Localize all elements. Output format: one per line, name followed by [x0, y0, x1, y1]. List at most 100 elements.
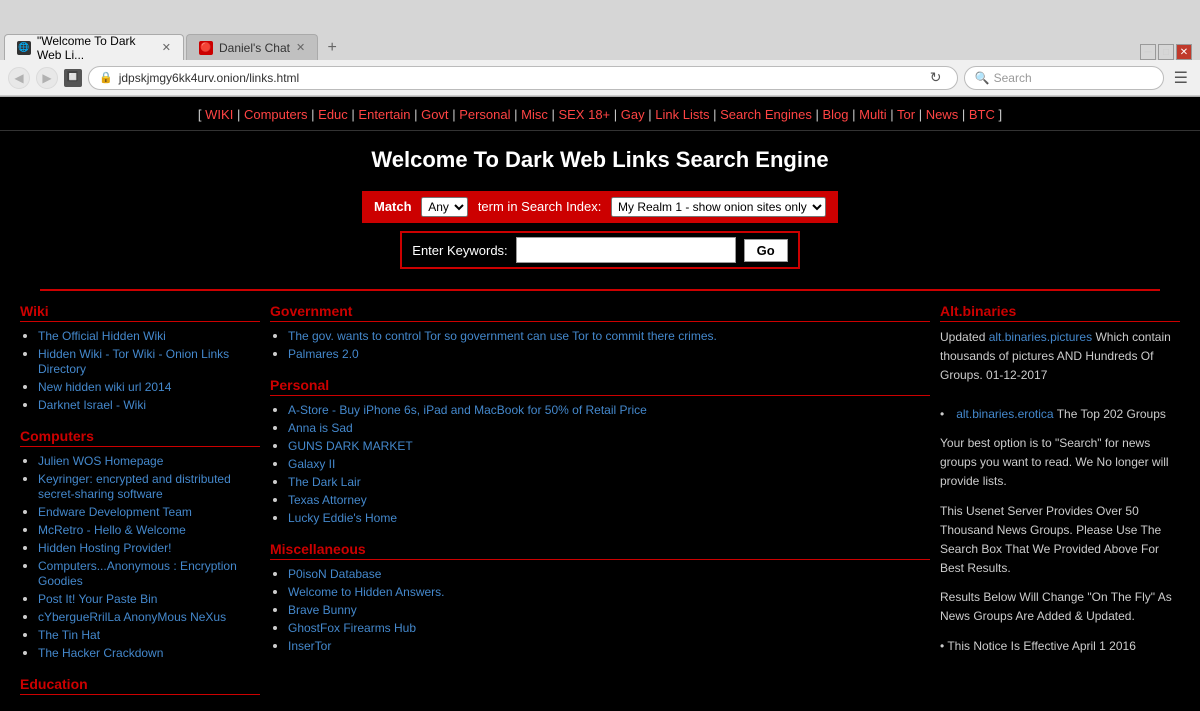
- list-item: Palmares 2.0: [288, 346, 930, 361]
- computers-section: Computers Julien WOS Homepage Keyringer:…: [20, 428, 260, 660]
- right-column: Alt.binaries Updated alt.binaries.pictur…: [940, 303, 1180, 711]
- nav-gay[interactable]: Gay: [621, 107, 645, 122]
- sep11: |: [815, 107, 818, 122]
- misc-section: Miscellaneous P0isoN Database Welcome to…: [270, 541, 930, 653]
- nav-search-engines[interactable]: Search Engines: [720, 107, 812, 122]
- govt-link-2[interactable]: Palmares 2.0: [288, 347, 359, 361]
- computers-link-2[interactable]: Keyringer: encrypted and distributed sec…: [38, 472, 231, 501]
- list-item: Hidden Wiki - Tor Wiki - Onion Links Dir…: [38, 346, 260, 376]
- computers-link-3[interactable]: Endware Development Team: [38, 505, 192, 519]
- govt-link-1[interactable]: The gov. wants to control Tor so governm…: [288, 329, 717, 343]
- realm-select[interactable]: My Realm 1 - show onion sites only My Re…: [611, 197, 826, 217]
- computers-link-5[interactable]: Hidden Hosting Provider!: [38, 541, 171, 555]
- computers-link-8[interactable]: cYbergueRrilLa AnonyMous NeXus: [38, 610, 226, 624]
- page-title: Welcome To Dark Web Links Search Engine: [0, 131, 1200, 183]
- misc-link-list: P0isoN Database Welcome to Hidden Answer…: [270, 566, 930, 653]
- refresh-button[interactable]: ↻: [925, 67, 947, 89]
- nav-multi[interactable]: Multi: [859, 107, 886, 122]
- list-item: Julien WOS Homepage: [38, 453, 260, 468]
- misc-link-4[interactable]: GhostFox Firearms Hub: [288, 621, 416, 635]
- nav-news[interactable]: News: [926, 107, 959, 122]
- tab-1-close[interactable]: ✕: [162, 41, 171, 54]
- tab-1[interactable]: 🌐 "Welcome To Dark Web Li... ✕: [4, 34, 184, 60]
- nav-wiki[interactable]: WIKI: [205, 107, 233, 122]
- tab-1-favicon: 🌐: [17, 41, 31, 55]
- personal-link-list: A-Store - Buy iPhone 6s, iPad and MacBoo…: [270, 402, 930, 525]
- nav-link-lists[interactable]: Link Lists: [655, 107, 709, 122]
- keyword-input[interactable]: [516, 237, 736, 263]
- list-item: Welcome to Hidden Answers.: [288, 584, 930, 599]
- nav-computers[interactable]: Computers: [244, 107, 308, 122]
- menu-button[interactable]: ☰: [1170, 68, 1192, 88]
- education-section: Education: [20, 676, 260, 695]
- wiki-link-1[interactable]: The Official Hidden Wiki: [38, 329, 166, 343]
- address-bar[interactable]: 🔒 jdpskjmgy6kk4urv.onion/links.html ↻: [88, 66, 958, 90]
- search-placeholder: Search: [994, 71, 1032, 85]
- tab-2-close[interactable]: ✕: [296, 41, 305, 54]
- computers-link-6[interactable]: Computers...Anonymous : Encryption Goodi…: [38, 559, 237, 588]
- list-item: McRetro - Hello & Welcome: [38, 522, 260, 537]
- government-link-list: The gov. wants to control Tor so governm…: [270, 328, 930, 361]
- close-button[interactable]: ✕: [1176, 44, 1192, 60]
- wiki-link-4[interactable]: Darknet Israel - Wiki: [38, 398, 146, 412]
- search-section: Match Any All term in Search Index: My R…: [0, 183, 1200, 277]
- personal-link-4[interactable]: Galaxy II: [288, 457, 335, 471]
- tab-2-favicon: 🔴: [199, 41, 213, 55]
- misc-link-5[interactable]: InserTor: [288, 639, 331, 653]
- info-text-1: Your best option is to "Search" for news…: [940, 434, 1180, 492]
- personal-link-6[interactable]: Texas Attorney: [288, 493, 367, 507]
- computers-link-9[interactable]: The Tin Hat: [38, 628, 100, 642]
- nav-btc[interactable]: BTC: [969, 107, 995, 122]
- nav-bar: ◀ ▶ 🔲 🔒 jdpskjmgy6kk4urv.onion/links.htm…: [0, 60, 1200, 96]
- maximize-button[interactable]: □: [1158, 44, 1174, 60]
- tab-bar: 🌐 "Welcome To Dark Web Li... ✕ 🔴 Daniel'…: [0, 30, 1200, 60]
- match-select[interactable]: Any All: [421, 197, 468, 217]
- wiki-section: Wiki The Official Hidden Wiki Hidden Wik…: [20, 303, 260, 412]
- misc-link-1[interactable]: P0isoN Database: [288, 567, 381, 581]
- nav-personal[interactable]: Personal: [459, 107, 510, 122]
- forward-button[interactable]: ▶: [36, 67, 58, 89]
- nav-sex[interactable]: SEX 18+: [558, 107, 610, 122]
- computers-link-7[interactable]: Post It! Your Paste Bin: [38, 592, 157, 606]
- info-text-3: Results Below Will Change "On The Fly" A…: [940, 588, 1180, 626]
- tab-2[interactable]: 🔴 Daniel's Chat ✕: [186, 34, 318, 60]
- alt-binaries-erotica-link[interactable]: alt.binaries.erotica: [956, 407, 1053, 421]
- personal-link-1[interactable]: A-Store - Buy iPhone 6s, iPad and MacBoo…: [288, 403, 647, 417]
- nav-entertain[interactable]: Entertain: [358, 107, 410, 122]
- browser-search-bar[interactable]: 🔍 Search: [964, 66, 1164, 90]
- nav-tor[interactable]: Tor: [897, 107, 915, 122]
- back-button[interactable]: ◀: [8, 67, 30, 89]
- minimize-button[interactable]: ─: [1140, 44, 1156, 60]
- nav-blog[interactable]: Blog: [823, 107, 849, 122]
- alt-binaries-section: Alt.binaries Updated alt.binaries.pictur…: [940, 303, 1180, 656]
- list-item: The Official Hidden Wiki: [38, 328, 260, 343]
- nav-govt[interactable]: Govt: [421, 107, 448, 122]
- list-item: Anna is Sad: [288, 420, 930, 435]
- wiki-link-2[interactable]: Hidden Wiki - Tor Wiki - Onion Links Dir…: [38, 347, 229, 376]
- misc-link-2[interactable]: Welcome to Hidden Answers.: [288, 585, 445, 599]
- personal-link-3[interactable]: GUNS DARK MARKET: [288, 439, 413, 453]
- wiki-section-title: Wiki: [20, 303, 260, 322]
- new-tab-button[interactable]: +: [320, 36, 344, 60]
- left-column: Wiki The Official Hidden Wiki Hidden Wik…: [20, 303, 260, 711]
- nav-educ[interactable]: Educ: [318, 107, 348, 122]
- sep15: |: [962, 107, 969, 122]
- computers-link-1[interactable]: Julien WOS Homepage: [38, 454, 163, 468]
- nav-misc[interactable]: Misc: [521, 107, 548, 122]
- alt-binaries-pictures-link[interactable]: alt.binaries.pictures: [989, 330, 1092, 344]
- computers-link-10[interactable]: The Hacker Crackdown: [38, 646, 163, 660]
- computers-link-4[interactable]: McRetro - Hello & Welcome: [38, 523, 186, 537]
- wiki-link-3[interactable]: New hidden wiki url 2014: [38, 380, 171, 394]
- misc-link-3[interactable]: Brave Bunny: [288, 603, 357, 617]
- personal-link-7[interactable]: Lucky Eddie's Home: [288, 511, 397, 525]
- list-item: InserTor: [288, 638, 930, 653]
- go-button[interactable]: Go: [744, 239, 788, 262]
- list-item: Brave Bunny: [288, 602, 930, 617]
- list-item: Post It! Your Paste Bin: [38, 591, 260, 606]
- personal-link-5[interactable]: The Dark Lair: [288, 475, 361, 489]
- list-item: cYbergueRrilLa AnonyMous NeXus: [38, 609, 260, 624]
- list-item: Texas Attorney: [288, 492, 930, 507]
- personal-link-2[interactable]: Anna is Sad: [288, 421, 353, 435]
- top-nav-bracket-close: ]: [998, 107, 1002, 122]
- misc-section-title: Miscellaneous: [270, 541, 930, 560]
